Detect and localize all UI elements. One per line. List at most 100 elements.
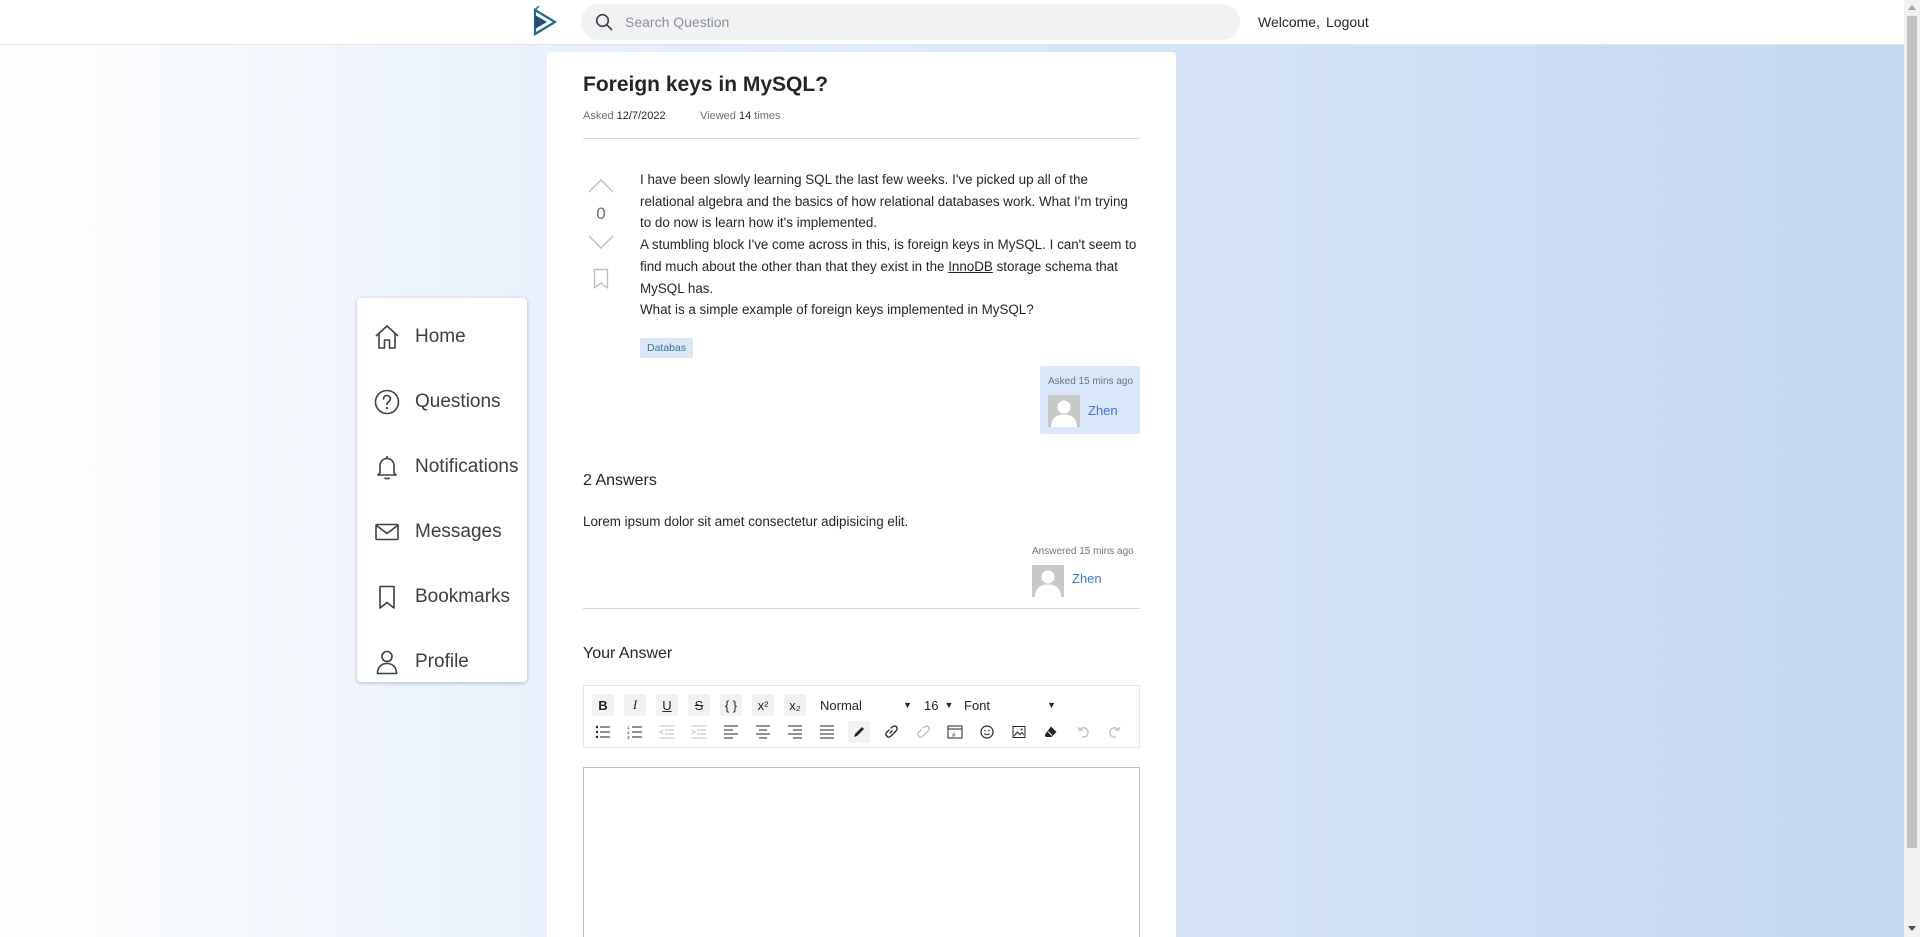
align-left-button[interactable] (720, 721, 742, 743)
emoji-button[interactable] (976, 721, 998, 743)
envelope-icon (375, 523, 399, 540)
editor-toolbar: B I U S { } x² x₂ Normal ▼ 16 ▼ Font ▼ 1… (583, 685, 1140, 748)
viewed-meta: Viewed 14 times (700, 110, 781, 122)
embed-button[interactable]: # (944, 721, 966, 743)
caret-down-icon: ▼ (944, 700, 954, 710)
search-icon (595, 13, 613, 31)
user-silhouette-icon (1051, 400, 1077, 427)
font-name-value: Font (964, 697, 991, 713)
code-button[interactable]: { } (720, 694, 742, 716)
author-link[interactable]: Zhen (1072, 571, 1102, 586)
answer-body: Lorem ipsum dolor sit amet consectetur a… (583, 514, 909, 529)
sidebar-item-label: Notifications (415, 455, 519, 477)
your-answer-heading: Your Answer (583, 645, 673, 662)
vote-count: 0 (596, 204, 606, 223)
sidebar-item-messages[interactable]: Messages (357, 499, 527, 564)
font-name-select[interactable]: Font ▼ (960, 694, 1060, 716)
question-paragraph: I have been slowly learning SQL the last… (640, 172, 1128, 231)
home-icon (375, 324, 399, 349)
sidebar-item-bookmarks[interactable]: Bookmarks (357, 564, 527, 629)
sidebar-nav: Home Questions Notifications Messages Bo… (357, 298, 527, 682)
sidebar-item-profile[interactable]: Profile (357, 629, 527, 694)
question-panel: Foreign keys in MySQL? Asked 12/7/2022 V… (547, 52, 1176, 937)
scroll-down-arrow-icon[interactable] (1908, 926, 1916, 931)
unlink-button[interactable] (912, 721, 934, 743)
numbered-list-icon: 123 (627, 725, 642, 739)
caret-down-icon: ▼ (1047, 700, 1056, 710)
block-format-value: Normal (820, 697, 862, 713)
tag-badge[interactable]: Databas (640, 338, 694, 358)
bookmark-icon[interactable] (593, 268, 609, 290)
scroll-thumb[interactable] (1907, 16, 1917, 848)
downvote-arrow-icon[interactable] (587, 234, 615, 252)
block-format-select[interactable]: Normal ▼ (816, 694, 916, 716)
undo-button[interactable] (1072, 721, 1094, 743)
align-left-icon (724, 725, 738, 739)
align-center-button[interactable] (752, 721, 774, 743)
insert-link-button[interactable] (880, 721, 902, 743)
align-right-button[interactable] (784, 721, 806, 743)
scroll-up-arrow-icon[interactable] (1908, 5, 1916, 10)
author-link[interactable]: Zhen (1088, 403, 1118, 418)
person-icon (376, 650, 398, 674)
welcome-text: Welcome, (1258, 14, 1320, 30)
numbered-list-button[interactable]: 123 (624, 721, 646, 743)
align-justify-icon (820, 725, 834, 739)
underline-button[interactable]: U (656, 694, 678, 716)
bookmark-icon (379, 585, 395, 609)
bullet-list-button[interactable] (592, 721, 614, 743)
italic-button[interactable]: I (624, 694, 646, 716)
sidebar-item-notifications[interactable]: Notifications (357, 434, 527, 499)
link-icon (885, 725, 898, 738)
outdent-icon (659, 725, 674, 739)
sidebar-item-label: Bookmarks (415, 585, 511, 607)
indent-button[interactable] (688, 721, 710, 743)
toolbar-row: 123 # (592, 720, 1136, 744)
align-justify-button[interactable] (816, 721, 838, 743)
sidebar-item-questions[interactable]: Questions (357, 369, 527, 434)
asker-card: Asked 15 mins ago Zhen (1040, 366, 1140, 434)
upvote-arrow-icon[interactable] (587, 176, 615, 194)
redo-icon (1109, 726, 1121, 738)
page-scrollbar[interactable] (1904, 0, 1920, 937)
answer-editor[interactable] (583, 767, 1140, 937)
answerer-card: Answered 15 mins ago Zhen (1032, 546, 1140, 606)
align-right-icon (788, 725, 802, 739)
avatar[interactable] (1032, 565, 1064, 597)
clear-format-button[interactable] (1040, 721, 1062, 743)
question-paragraph: A stumbling block I've come across in th… (640, 234, 1140, 299)
text-color-button[interactable] (848, 721, 870, 743)
undo-icon (1077, 726, 1089, 738)
top-bar: Welcome, Logout (0, 0, 1904, 45)
asked-date: 12/7/2022 (616, 110, 666, 122)
insert-image-button[interactable] (1008, 721, 1030, 743)
unlink-icon (917, 725, 930, 738)
strikethrough-button[interactable]: S (688, 694, 710, 716)
viewed-count: 14 (738, 110, 752, 122)
bold-button[interactable]: B (592, 694, 614, 716)
sidebar-item-label: Home (415, 325, 466, 347)
font-size-select[interactable]: 16 ▼ (922, 694, 954, 716)
logout-link[interactable]: Logout (1326, 14, 1369, 30)
subscript-button[interactable]: x₂ (784, 694, 806, 716)
font-size-value: 16 (924, 697, 939, 713)
sidebar-item-home[interactable]: Home (357, 304, 527, 369)
avatar[interactable] (1048, 395, 1080, 427)
divider (583, 138, 1140, 139)
superscript-button[interactable]: x² (752, 694, 774, 716)
outdent-button[interactable] (656, 721, 678, 743)
question-paragraph: What is a simple example of foreign keys… (640, 302, 1034, 318)
search-bar[interactable] (581, 4, 1240, 40)
smiley-icon (980, 725, 994, 739)
asked-label: Asked (583, 110, 614, 122)
sidebar-item-label: Profile (415, 650, 469, 672)
answers-heading: 2 Answers (583, 472, 657, 489)
app-logo-icon[interactable] (531, 6, 559, 38)
asked-time: Asked 15 mins ago (1048, 376, 1134, 387)
innodb-link[interactable]: InnoDB (948, 259, 993, 274)
bullet-list-icon (595, 725, 610, 739)
indent-icon (691, 725, 706, 739)
search-input[interactable] (625, 14, 1185, 30)
redo-button[interactable] (1104, 721, 1126, 743)
align-center-icon (756, 725, 770, 739)
